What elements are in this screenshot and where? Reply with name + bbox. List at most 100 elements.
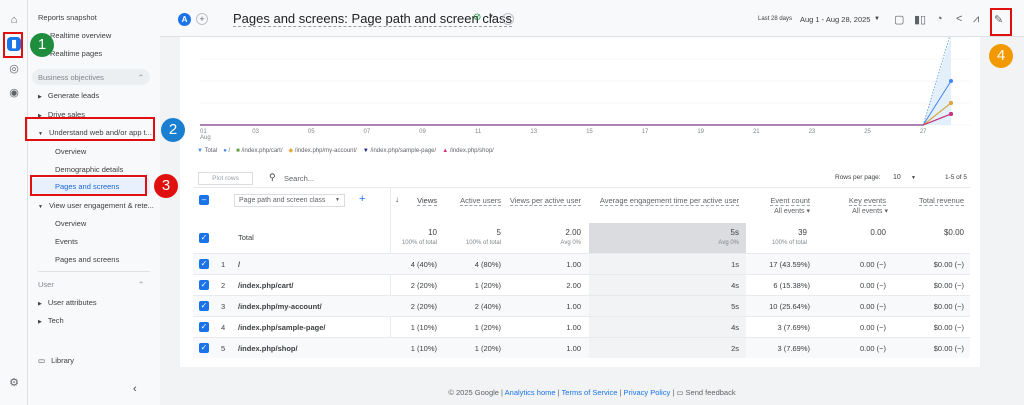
event-filter[interactable]: All events ▾ [774, 207, 810, 215]
analytics-home-link[interactable]: Analytics home [505, 388, 556, 397]
row-checkbox[interactable]: ✓ [199, 280, 209, 290]
send-feedback-link[interactable]: Send feedback [686, 388, 736, 397]
col-event-count[interactable]: Event count [770, 196, 810, 206]
terms-link[interactable]: Terms of Service [562, 388, 618, 397]
nav-reports-snapshot[interactable]: Reports snapshot [38, 13, 97, 22]
rows-dropdown-icon[interactable]: ▼ [911, 175, 916, 181]
legend-item[interactable]: ● / [223, 148, 230, 154]
legend-item[interactable]: ▼ Total [197, 148, 217, 154]
nav-realtime-overview[interactable]: Realtime overview [50, 31, 111, 40]
row-checkbox[interactable]: ✓ [199, 233, 209, 243]
advertising-icon[interactable]: ◉ [7, 86, 21, 100]
compare-icon[interactable]: ▮▯ [914, 13, 926, 26]
sorted-cell-bg [589, 296, 746, 316]
add-dimension-button[interactable]: + [359, 193, 365, 205]
table-row[interactable]: ✓ 1 / 4 (40%) 4 (80%) 1.00 1s 17 (43.59%… [193, 253, 970, 274]
insights-icon[interactable]: ◔ [936, 13, 943, 25]
legend-item[interactable]: ◆ /index.php/my-account/ [289, 148, 357, 154]
page-title[interactable]: Pages and screens: Page path and screen … [233, 11, 512, 27]
add-button[interactable]: + [502, 13, 514, 25]
legend-item[interactable]: ▲ /index.php/shop/ [442, 148, 494, 154]
legend-item[interactable]: ▼ /index.php/sample-page/ [363, 148, 436, 154]
row-page-path[interactable]: /index.php/shop/ [238, 344, 298, 353]
row-page-path[interactable]: /index.php/sample-page/ [238, 323, 326, 332]
section-business-objectives[interactable]: Business objectives ⌃ [32, 69, 150, 85]
table-row[interactable]: ✓ 3 /index.php/my-account/ 2 (20%) 2 (40… [193, 295, 970, 316]
home-icon[interactable]: ⌂ [7, 13, 21, 27]
explore-icon[interactable]: ◎ [7, 62, 21, 76]
icon-rail: ⌂ ▮ ◎ ◉ ⚙ [0, 0, 28, 405]
highlight-box-2 [25, 117, 155, 141]
collapse-nav-icon[interactable]: ‹ [133, 383, 137, 395]
x-tick-label: 25 [864, 129, 871, 135]
row-key-events: 0.00 (−) [859, 281, 886, 290]
legend-marker-icon: ■ [236, 148, 240, 154]
row-checkbox[interactable]: ✓ [199, 259, 209, 269]
title-dropdown-icon[interactable]: ▼ [488, 14, 494, 20]
row-checkbox[interactable]: ✓ [199, 301, 209, 311]
row-number: 4 [221, 323, 226, 332]
table-row[interactable]: ✓ 4 /index.php/sample-page/ 1 (10%) 1 (2… [193, 316, 970, 337]
nav-pages-screens-2[interactable]: Pages and screens [55, 255, 119, 264]
legend-item[interactable]: ■ /index.php/cart/ [236, 148, 282, 154]
col-key-events[interactable]: Key events [848, 196, 886, 206]
table-row[interactable]: ✓ 2 /index.php/cart/ 2 (20%) 1 (20%) 2.0… [193, 274, 970, 295]
nav-overview-2[interactable]: Overview [55, 219, 86, 228]
col-avg-engagement[interactable]: Average engagement time per active user [599, 196, 739, 206]
row-page-path[interactable]: /index.php/cart/ [238, 281, 293, 290]
privacy-link[interactable]: Privacy Policy [624, 388, 671, 397]
settings-icon[interactable]: ⚙ [7, 376, 21, 390]
date-dropdown-icon[interactable]: ▼ [874, 16, 880, 22]
col-views[interactable]: Views [417, 196, 437, 206]
row-page-path[interactable]: /index.php/my-account/ [238, 302, 322, 311]
nav-label: Generate leads [47, 91, 100, 100]
date-range-picker[interactable]: Aug 1 - Aug 28, 2025 [800, 15, 870, 24]
table-row[interactable]: ✓ 5 /index.php/shop/ 1 (10%) 1 (20%) 1.0… [193, 337, 970, 358]
legend-marker-icon: ● [223, 148, 227, 154]
select-all-checkbox[interactable]: – [199, 195, 209, 205]
comparison-avatar[interactable]: A [178, 13, 191, 26]
trend-icon[interactable]: ⩘ [973, 13, 979, 26]
dimension-select[interactable]: Page path and screen class ▼ [234, 194, 345, 207]
col-views-per-user[interactable]: Views per active user [509, 196, 581, 206]
col-active-users[interactable]: Active users [460, 196, 501, 206]
pagination: 1-5 of 5 [944, 174, 967, 181]
row-views: 4 (40%) [410, 260, 437, 269]
nav-user-attributes[interactable]: ▶ User attributes [38, 298, 97, 307]
row-views-per-user: 1.00 [566, 260, 581, 269]
nav-demographic-details[interactable]: Demographic details [55, 165, 123, 174]
nav-label: View user engagement & rete... [48, 201, 154, 210]
row-checkbox[interactable]: ✓ [199, 343, 209, 353]
key-events-filter[interactable]: All events ▾ [852, 207, 888, 215]
row-number: 1 [221, 260, 226, 269]
nav-library[interactable]: ▭ Library [38, 356, 74, 365]
caret-right-icon: ▶ [38, 319, 42, 325]
plot-rows-button[interactable]: Plot rows [198, 172, 253, 185]
col-total-revenue[interactable]: Total revenue [918, 196, 964, 206]
nav-generate-leads[interactable]: ▶ Generate leads [38, 91, 99, 100]
section-user[interactable]: User ⌃ [38, 280, 144, 289]
total-events-sub: 100% of total [771, 240, 807, 246]
total-row: ✓ Total 10 100% of total 5 100% of total… [193, 223, 970, 253]
row-page-path[interactable]: / [238, 260, 240, 269]
footer: © 2025 Google | Analytics home | Terms o… [160, 388, 1024, 397]
highlight-box-3 [30, 175, 147, 196]
customize-icon[interactable]: ▢ [894, 13, 904, 26]
nav-overview[interactable]: Overview [55, 147, 86, 156]
nav-events[interactable]: Events [55, 237, 78, 246]
nav-realtime-pages[interactable]: Realtime pages [50, 49, 102, 58]
row-checkbox[interactable]: ✓ [199, 322, 209, 332]
data-point [949, 112, 953, 116]
add-comparison-button[interactable]: + [196, 13, 208, 25]
row-event-count: 6 (15.38%) [773, 281, 810, 290]
share-icon[interactable]: < [956, 13, 962, 25]
search-input[interactable]: Search... [284, 174, 314, 183]
sort-down-icon[interactable]: ↓ [395, 195, 399, 204]
rows-per-page-select[interactable]: 10 [893, 174, 901, 181]
nav-user-engagement[interactable]: ▼ View user engagement & rete... [38, 201, 154, 210]
nav-tech[interactable]: ▶ Tech [38, 316, 64, 325]
chart-legend: ▼ Total ● / ■ /index.php/cart/ ◆ /index.php… [197, 147, 500, 154]
row-engagement-time: 4s [731, 323, 739, 332]
row-key-events: 0.00 (−) [859, 344, 886, 353]
series-line [200, 102, 952, 126]
